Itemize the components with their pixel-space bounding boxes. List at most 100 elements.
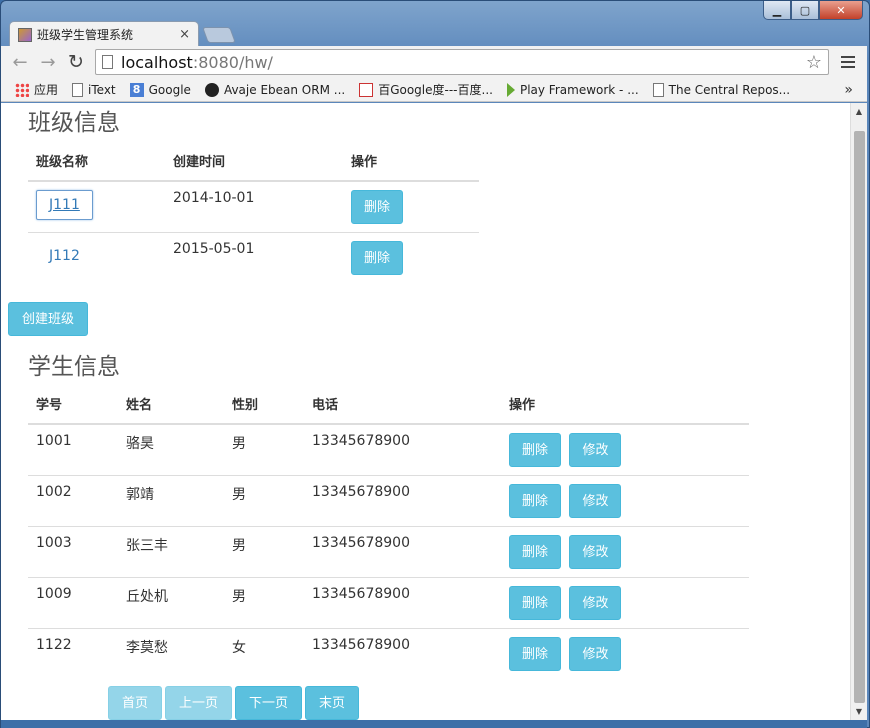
delete-student-button[interactable]: 删除 bbox=[509, 483, 562, 518]
tab-close-icon[interactable]: × bbox=[179, 27, 190, 42]
delete-class-button[interactable]: 删除 bbox=[351, 240, 404, 275]
bookmark-google[interactable]: 8 Google bbox=[129, 82, 191, 97]
student-id: 1001 bbox=[28, 424, 118, 476]
delete-student-button[interactable]: 删除 bbox=[509, 636, 562, 671]
page-content: 班级信息 班级名称 创建时间 操作 J111 2014-10-01 删除 J11… bbox=[1, 103, 867, 720]
student-phone: 13345678900 bbox=[304, 475, 501, 527]
student-gender: 女 bbox=[232, 639, 246, 656]
tab-title: 班级学生管理系统 bbox=[37, 28, 134, 42]
delete-student-button[interactable]: 删除 bbox=[509, 534, 562, 569]
delete-class-button[interactable]: 删除 bbox=[351, 190, 404, 224]
student-phone: 13345678900 bbox=[312, 636, 410, 653]
class-section-title: 班级信息 bbox=[28, 110, 120, 136]
vertical-scrollbar[interactable]: ▲ ▼ bbox=[850, 103, 867, 720]
bookmark-central-repo[interactable]: The Central Repos... bbox=[652, 82, 791, 97]
bookmark-label: 应用 bbox=[34, 83, 59, 97]
class-link[interactable]: J111 bbox=[36, 190, 93, 220]
student-id: 1122 bbox=[36, 636, 72, 653]
minimize-button[interactable]: ▁ bbox=[763, 1, 791, 20]
tab-active[interactable]: 班级学生管理系统 × bbox=[9, 21, 199, 47]
class-created: 2014-10-01 bbox=[165, 181, 343, 233]
class-link[interactable]: J112 bbox=[36, 241, 93, 271]
pagination: 首页 上一页 下一页 末页 bbox=[108, 686, 360, 720]
student-name: 张三丰 bbox=[118, 526, 224, 578]
next-page-button[interactable]: 下一页 bbox=[235, 686, 303, 720]
edit-student-button[interactable]: 修改 bbox=[569, 636, 622, 671]
url-text[interactable]: localhost:8080/hw/ bbox=[121, 53, 806, 72]
student-name: 丘处机 bbox=[118, 577, 224, 629]
favicon-icon bbox=[18, 27, 32, 42]
delete-student-button[interactable]: 删除 bbox=[509, 433, 562, 467]
close-window-button[interactable]: ✕ bbox=[819, 1, 863, 20]
scroll-up-arrow-icon[interactable]: ▲ bbox=[851, 103, 867, 120]
baidu-icon bbox=[359, 82, 374, 97]
bookmark-label: Google bbox=[148, 82, 191, 97]
delete-student-button[interactable]: 删除 bbox=[509, 585, 562, 620]
student-phone: 13345678900 bbox=[304, 424, 501, 476]
tab-strip: 班级学生管理系统 × bbox=[9, 21, 236, 47]
bookmark-avaje[interactable]: Avaje Ebean ORM ... bbox=[204, 82, 345, 97]
scroll-down-arrow-icon[interactable]: ▼ bbox=[851, 703, 867, 720]
last-page-button[interactable]: 末页 bbox=[305, 686, 360, 720]
student-gender: 男 bbox=[224, 526, 304, 578]
col-student-name: 姓名 bbox=[118, 384, 224, 425]
bookmark-label: iText bbox=[88, 82, 116, 97]
create-class-button[interactable]: 创建班级 bbox=[8, 302, 89, 336]
scroll-thumb[interactable] bbox=[854, 131, 865, 703]
bookmark-label: Play Framework - ... bbox=[519, 82, 639, 97]
col-actions: 操作 bbox=[501, 384, 749, 425]
bookmark-star-icon[interactable]: ☆ bbox=[806, 52, 822, 73]
table-row: 1003 张三丰 男 13345678900 删除 修改 bbox=[28, 526, 749, 578]
maximize-button[interactable]: ▢ bbox=[791, 1, 819, 20]
table-row: J111 2014-10-01 删除 bbox=[28, 181, 479, 233]
student-name: 骆昊 bbox=[118, 424, 224, 476]
url-path: :8080/hw/ bbox=[192, 52, 273, 72]
edit-student-button[interactable]: 修改 bbox=[569, 534, 622, 569]
edit-student-button[interactable]: 修改 bbox=[569, 433, 622, 467]
page-icon bbox=[102, 55, 113, 69]
play-icon bbox=[506, 82, 515, 97]
page-icon bbox=[652, 82, 664, 97]
bookmark-play[interactable]: Play Framework - ... bbox=[506, 82, 639, 97]
bookmark-baidu[interactable]: 百Google度---百度... bbox=[359, 81, 493, 98]
student-id: 1009 bbox=[28, 577, 118, 629]
forward-arrow-icon[interactable]: → bbox=[37, 51, 59, 73]
student-gender: 男 bbox=[224, 475, 304, 527]
edit-student-button[interactable]: 修改 bbox=[569, 483, 622, 518]
bookmark-label: The Central Repos... bbox=[668, 82, 791, 97]
student-id: 1002 bbox=[28, 475, 118, 527]
hamburger-menu-icon[interactable] bbox=[837, 51, 859, 73]
table-header-row: 班级名称 创建时间 操作 bbox=[28, 141, 479, 182]
student-id: 1003 bbox=[28, 526, 118, 578]
bookmarks-overflow-icon[interactable]: » bbox=[844, 82, 853, 98]
table-row: 1122 李莫愁 女 13345678900 删除 修改 bbox=[28, 628, 749, 679]
address-bar[interactable]: localhost:8080/hw/ ☆ bbox=[95, 49, 829, 75]
edit-student-button[interactable]: 修改 bbox=[569, 585, 622, 620]
back-arrow-icon[interactable]: ← bbox=[9, 51, 31, 73]
url-host: localhost bbox=[121, 52, 193, 72]
prev-page-button[interactable]: 上一页 bbox=[165, 686, 233, 720]
apps-icon bbox=[15, 82, 29, 97]
window-controls: ▁ ▢ ✕ bbox=[763, 1, 863, 20]
col-actions: 操作 bbox=[343, 141, 479, 182]
window-bottom-border bbox=[1, 720, 867, 728]
new-tab-button[interactable] bbox=[202, 27, 236, 43]
table-row: 1009 丘处机 男 13345678900 删除 修改 bbox=[28, 577, 749, 629]
col-class-name: 班级名称 bbox=[28, 141, 165, 182]
bookmarks-bar: 应用 iText 8 Google Avaje Ebean ORM ... 百Go… bbox=[1, 78, 867, 102]
first-page-button[interactable]: 首页 bbox=[108, 686, 163, 720]
page-icon bbox=[72, 82, 84, 97]
reload-icon[interactable]: ↻ bbox=[65, 51, 87, 73]
table-header-row: 学号 姓名 性别 电话 操作 bbox=[28, 384, 749, 425]
student-gender: 男 bbox=[224, 424, 304, 476]
bookmark-apps[interactable]: 应用 bbox=[15, 81, 58, 98]
col-created-time: 创建时间 bbox=[165, 141, 343, 182]
student-table: 学号 姓名 性别 电话 操作 1001 骆昊 男 13345678900 删除 … bbox=[28, 384, 749, 679]
table-row: J112 2015-05-01 删除 bbox=[28, 232, 479, 283]
table-row: 1002 郭靖 男 13345678900 删除 修改 bbox=[28, 475, 749, 527]
student-section-title: 学生信息 bbox=[28, 354, 120, 380]
student-gender: 男 bbox=[224, 577, 304, 629]
bookmark-itext[interactable]: iText bbox=[72, 82, 116, 97]
student-phone: 13345678900 bbox=[304, 577, 501, 629]
student-name: 郭靖 bbox=[118, 475, 224, 527]
